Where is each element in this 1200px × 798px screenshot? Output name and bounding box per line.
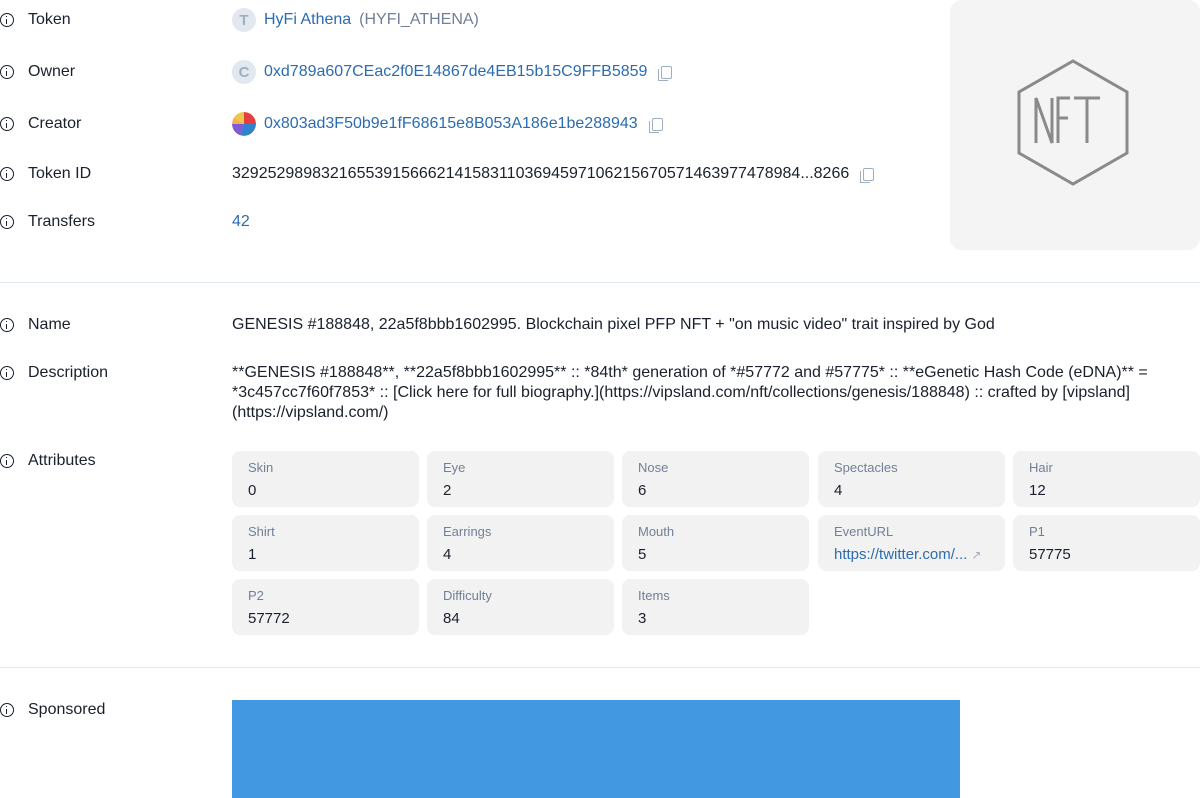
transfers-label: Transfers bbox=[28, 213, 95, 230]
attribute-key: P1 bbox=[1029, 524, 1045, 539]
event-url-link[interactable]: https://twitter.com/... bbox=[834, 546, 967, 563]
name-value: GENESIS #188848, 22a5f8bbb1602995. Block… bbox=[232, 316, 995, 333]
token-value: T HyFi Athena (HYFI_ATHENA) bbox=[232, 8, 479, 32]
token-id-label: Token ID bbox=[28, 165, 92, 182]
attribute-key: Skin bbox=[248, 460, 274, 475]
attribute-value: 2 bbox=[443, 482, 452, 499]
token-symbol: (HYFI_ATHENA) bbox=[359, 11, 479, 28]
attribute-key: Difficulty bbox=[443, 588, 492, 603]
attribute-value: 5 bbox=[638, 546, 647, 563]
attribute-key: Items bbox=[638, 588, 670, 603]
attribute-key: Nose bbox=[638, 460, 669, 475]
owner-label: Owner bbox=[28, 63, 76, 80]
nft-hexagon-icon bbox=[1017, 59, 1129, 186]
transfers-count-link[interactable]: 42 bbox=[232, 213, 250, 231]
attribute-value: 1 bbox=[248, 546, 257, 563]
info-icon[interactable] bbox=[0, 366, 14, 380]
attribute-key: Shirt bbox=[248, 524, 275, 539]
description-label: Description bbox=[28, 364, 109, 381]
attribute-card: Nose 6 bbox=[622, 451, 809, 507]
attribute-key: Earrings bbox=[443, 524, 492, 539]
attribute-card: Mouth 5 bbox=[622, 515, 809, 571]
info-icon[interactable] bbox=[0, 117, 14, 131]
info-icon[interactable] bbox=[0, 167, 14, 181]
info-icon[interactable] bbox=[0, 703, 14, 717]
attribute-card: P2 57772 bbox=[232, 579, 419, 635]
sponsored-label: Sponsored bbox=[28, 701, 106, 718]
copy-icon[interactable] bbox=[860, 167, 875, 183]
creator-value: 0x803ad3F50b9e1fF68615e8B053A186e1be2889… bbox=[232, 112, 663, 136]
info-icon[interactable] bbox=[0, 13, 14, 27]
attribute-value: 4 bbox=[443, 546, 452, 563]
attribute-value: 57775 bbox=[1029, 546, 1071, 563]
attribute-value: 3 bbox=[638, 610, 647, 627]
attribute-value: 6 bbox=[638, 482, 647, 499]
attributes-label-row: Attributes bbox=[0, 449, 96, 473]
owner-label-row: Owner bbox=[0, 60, 75, 84]
attribute-value: 4 bbox=[834, 482, 843, 499]
description-label-row: Description bbox=[0, 361, 108, 385]
attribute-card: EventURL https://twitter.com/... ↗ bbox=[818, 515, 1005, 571]
sponsored-label-row: Sponsored bbox=[0, 698, 105, 722]
info-icon[interactable] bbox=[0, 454, 14, 468]
attribute-key: P2 bbox=[248, 588, 264, 603]
transfers-label-row: Transfers bbox=[0, 210, 95, 234]
section-divider bbox=[0, 282, 1200, 283]
token-id-text: 3292529898321655391566621415831103694597… bbox=[232, 165, 850, 182]
attribute-card: Shirt 1 bbox=[232, 515, 419, 571]
name-label: Name bbox=[28, 316, 71, 333]
creator-label-row: Creator bbox=[0, 112, 81, 136]
attributes-label: Attributes bbox=[28, 452, 96, 469]
attribute-key: Hair bbox=[1029, 460, 1053, 475]
attribute-value: 12 bbox=[1029, 482, 1046, 499]
info-icon[interactable] bbox=[0, 318, 14, 332]
nft-image-placeholder[interactable] bbox=[950, 0, 1200, 250]
token-label-row: Token bbox=[0, 8, 71, 32]
creator-avatar bbox=[232, 112, 256, 136]
info-icon[interactable] bbox=[0, 65, 14, 79]
description-value: **GENESIS #188848**, **22a5f8bbb1602995*… bbox=[232, 364, 1148, 421]
attribute-value: 84 bbox=[443, 610, 460, 627]
sponsored-banner[interactable] bbox=[232, 700, 960, 798]
creator-label: Creator bbox=[28, 115, 82, 132]
owner-address-link[interactable]: 0xd789a607CEac2f0E14867de4EB15b15C9FFB58… bbox=[264, 63, 647, 81]
section-divider bbox=[0, 667, 1200, 668]
attribute-card: Difficulty 84 bbox=[427, 579, 614, 635]
attribute-key: Mouth bbox=[638, 524, 675, 539]
attribute-card: Items 3 bbox=[622, 579, 809, 635]
attribute-key: EventURL bbox=[834, 524, 894, 539]
attribute-card: P1 57775 bbox=[1013, 515, 1200, 571]
owner-value: C 0xd789a607CEac2f0E14867de4EB15b15C9FFB… bbox=[232, 60, 673, 84]
attribute-card: Eye 2 bbox=[427, 451, 614, 507]
token-id-value: 3292529898321655391566621415831103694597… bbox=[232, 162, 875, 186]
attribute-value: 0 bbox=[248, 482, 257, 499]
token-name-link[interactable]: HyFi Athena bbox=[264, 11, 351, 29]
token-avatar: T bbox=[232, 8, 256, 32]
copy-icon[interactable] bbox=[648, 117, 663, 133]
info-icon[interactable] bbox=[0, 215, 14, 229]
creator-address-link[interactable]: 0x803ad3F50b9e1fF68615e8B053A186e1be2889… bbox=[264, 115, 638, 133]
attribute-key: Eye bbox=[443, 460, 466, 475]
attribute-value-link-row[interactable]: https://twitter.com/... ↗ bbox=[834, 546, 989, 563]
token-id-label-row: Token ID bbox=[0, 162, 91, 186]
external-link-icon: ↗ bbox=[971, 547, 982, 562]
name-label-row: Name bbox=[0, 313, 71, 337]
transfers-value: 42 bbox=[232, 210, 250, 234]
attribute-key: Spectacles bbox=[834, 460, 898, 475]
attribute-card: Skin 0 bbox=[232, 451, 419, 507]
copy-icon[interactable] bbox=[658, 65, 673, 81]
attribute-card: Hair 12 bbox=[1013, 451, 1200, 507]
attribute-card: Earrings 4 bbox=[427, 515, 614, 571]
attribute-card: Spectacles 4 bbox=[818, 451, 1005, 507]
attribute-value: 57772 bbox=[248, 610, 290, 627]
owner-avatar: C bbox=[232, 60, 256, 84]
token-label: Token bbox=[28, 11, 71, 28]
